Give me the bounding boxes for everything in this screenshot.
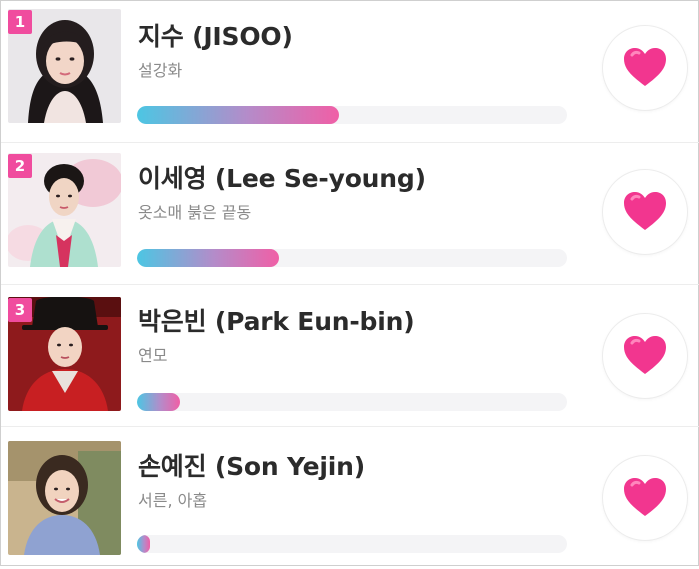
heart-icon [624, 336, 666, 374]
rank-badge: 1 [8, 10, 32, 34]
heart-icon [624, 48, 666, 86]
heart-icon [624, 478, 666, 516]
vote-button[interactable] [602, 313, 688, 399]
rank-badge: 3 [8, 298, 32, 322]
heart-icon [624, 192, 666, 230]
vote-progress-bar [137, 249, 567, 267]
vote-button[interactable] [602, 169, 688, 255]
list-item[interactable]: 3 박은빈 (Park Eun-bin) 연모 [1, 285, 699, 427]
vote-progress-bar [137, 535, 567, 553]
drama-title: 설강화 [138, 61, 183, 80]
vote-progress-fill [137, 249, 279, 267]
drama-title: 옷소매 붉은 끝동 [138, 203, 252, 222]
vote-button[interactable] [602, 25, 688, 111]
vote-progress-fill [137, 393, 180, 411]
drama-title: 연모 [138, 346, 168, 365]
vote-progress-fill [137, 106, 340, 124]
ranking-list: 1 지수 (JISOO) 설강화 2 이세영 (Lee Se-young) 옷소… [0, 0, 699, 566]
vote-progress-fill [137, 535, 150, 553]
actress-name: 박은빈 (Park Eun-bin) [138, 307, 415, 336]
actress-name: 지수 (JISOO) [138, 22, 293, 51]
vote-progress-bar [137, 393, 567, 411]
portrait-son-yejin [8, 441, 121, 555]
drama-title: 서른, 아홉 [138, 491, 208, 510]
vote-progress-bar [137, 106, 567, 124]
actress-name: 손예진 (Son Yejin) [138, 452, 365, 481]
actress-name: 이세영 (Lee Se-young) [138, 164, 426, 193]
list-item[interactable]: 2 이세영 (Lee Se-young) 옷소매 붉은 끝동 [1, 143, 699, 285]
vote-button[interactable] [602, 455, 688, 541]
list-item[interactable]: 손예진 (Son Yejin) 서른, 아홉 [1, 427, 699, 569]
list-item[interactable]: 1 지수 (JISOO) 설강화 [1, 1, 699, 143]
rank-badge: 2 [8, 154, 32, 178]
